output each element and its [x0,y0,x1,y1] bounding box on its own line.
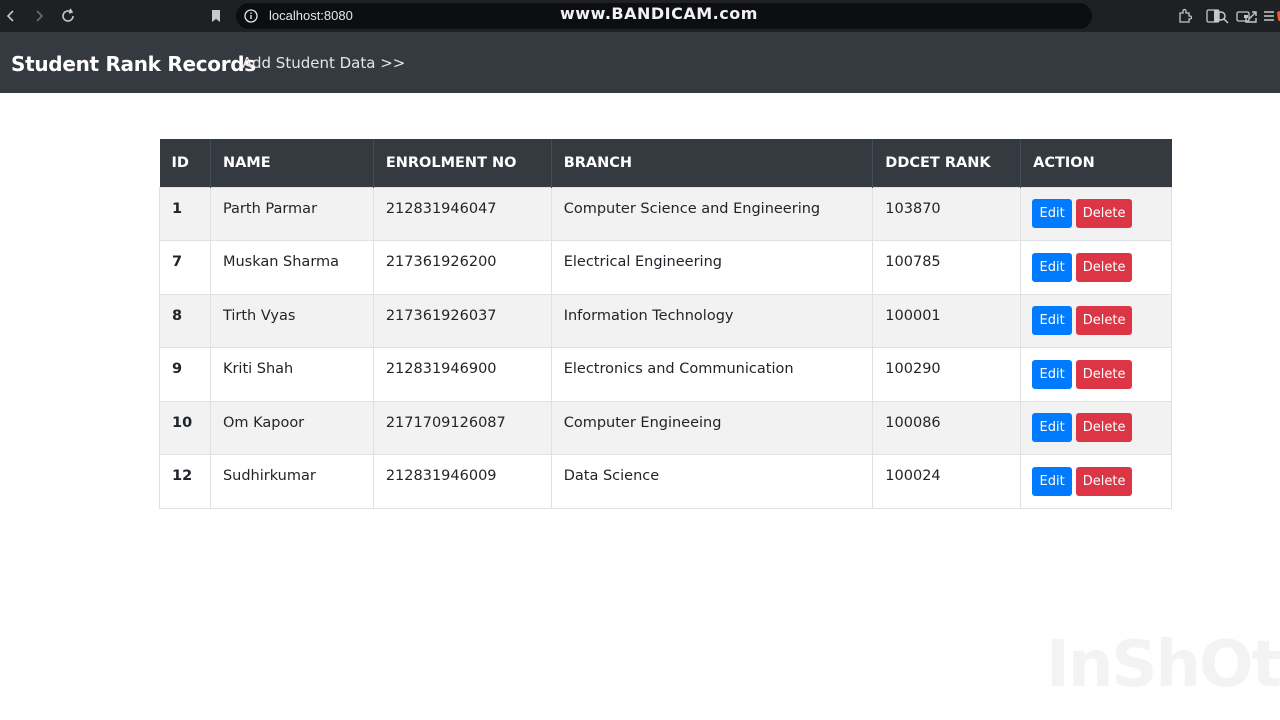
forward-arrow-icon[interactable] [30,7,48,25]
delete-button[interactable]: Delete [1076,199,1133,229]
cell-action: Edit Delete [1020,400,1172,455]
cell-branch: Data Science [550,454,874,509]
cell-enrolment: 212831946047 [372,186,552,241]
cell-name: Om Kapoor [209,400,374,455]
records-table-container: ID NAME ENROLMENT NO BRANCH DDCET RANK A… [159,139,1172,509]
cell-rank: 100785 [872,240,1022,295]
back-arrow-icon[interactable] [2,7,20,25]
cell-id: 1 [159,186,211,241]
site-info-icon[interactable] [244,9,258,23]
cell-id: 7 [159,240,211,295]
cell-id: 12 [159,454,211,509]
table-header: ID NAME ENROLMENT NO BRANCH DDCET RANK A… [159,139,1172,187]
edit-button[interactable]: Edit [1032,252,1073,282]
header-row: ID NAME ENROLMENT NO BRANCH DDCET RANK A… [159,139,1172,187]
header-branch: BRANCH [551,139,874,187]
header-name: NAME [210,139,374,187]
table-row: 1 Parth Parmar 212831946047 Computer Sci… [159,186,1172,241]
wallet-icon[interactable] [1234,7,1252,25]
delete-button[interactable]: Delete [1076,466,1133,496]
cell-name: Muskan Sharma [209,240,374,295]
cell-id: 10 [159,400,211,455]
edit-button[interactable]: Edit [1032,199,1073,229]
table-row: 12 Sudhirkumar 212831946009 Data Science… [159,454,1172,509]
cell-name: Kriti Shah [209,347,374,402]
header-action: ACTION [1033,154,1095,171]
cell-name: Parth Parmar [209,186,374,241]
bookmark-icon[interactable] [207,7,225,25]
cell-rank: 100001 [872,293,1022,348]
cell-enrolment: 217361926200 [372,240,552,295]
cell-id: 8 [159,293,211,348]
cell-action: Edit Delete [1020,240,1172,295]
cell-action: Edit Delete [1020,454,1172,509]
header-enrolment: ENROLMENT NO [373,139,552,187]
cell-branch: Computer Science and Engineering [550,186,874,241]
header-rank: DDCET RANK [872,139,1022,187]
cell-id: 9 [159,347,211,402]
header-id: ID [159,139,211,187]
cell-enrolment: 212831946900 [372,347,552,402]
extensions-icon[interactable] [1176,7,1194,25]
cell-action: Edit Delete [1020,293,1172,348]
table-row: 8 Tirth Vyas 217361926037 Information Te… [159,293,1172,348]
table-row: 7 Muskan Sharma 217361926200 Electrical … [159,240,1172,295]
cell-rank: 100290 [872,347,1022,402]
cell-branch: Electronics and Communication [550,347,874,402]
cell-branch: Information Technology [550,293,874,348]
delete-button[interactable]: Delete [1076,252,1133,282]
url-text[interactable]: localhost:8080 [269,8,353,23]
recorder-watermark: www.BANDICAM.com [560,4,758,23]
sidebar-toggle-icon[interactable] [1204,7,1222,25]
table-row: 10 Om Kapoor 2171709126087 Computer Engi… [159,400,1172,455]
reload-icon[interactable] [59,7,77,25]
cell-rank: 100086 [872,400,1022,455]
browser-toolbar: localhost:8080 1 www.BANDICAM.com [0,0,1280,32]
brand-title[interactable]: Student Rank Records [11,52,256,76]
cell-branch: Computer Engineeing [550,400,874,455]
cell-rank: 100024 [872,454,1022,509]
delete-button[interactable]: Delete [1076,359,1133,389]
cell-rank: 103870 [872,186,1022,241]
edit-button[interactable]: Edit [1032,306,1073,336]
table-row: 9 Kriti Shah 212831946900 Electronics an… [159,347,1172,402]
table-body: 1 Parth Parmar 212831946047 Computer Sci… [159,186,1172,509]
cell-enrolment: 212831946009 [372,454,552,509]
edit-button[interactable]: Edit [1032,413,1073,443]
menu-icon[interactable] [1260,7,1278,25]
add-student-link[interactable]: Add Student Data >> [242,54,405,72]
edit-button[interactable]: Edit [1032,359,1073,389]
cell-name: Tirth Vyas [209,293,374,348]
delete-button[interactable]: Delete [1076,306,1133,336]
cell-enrolment: 2171709126087 [372,400,552,455]
cell-branch: Electrical Engineering [550,240,874,295]
cell-name: Sudhirkumar [209,454,374,509]
edit-button[interactable]: Edit [1032,466,1073,496]
cell-action: Edit Delete [1020,186,1172,241]
cell-action: Edit Delete [1020,347,1172,402]
cell-enrolment: 217361926037 [372,293,552,348]
app-navbar: Student Rank Records Add Student Data >> [0,32,1280,93]
inshot-watermark: InShOt [1046,628,1280,702]
delete-button[interactable]: Delete [1076,413,1133,443]
records-table: ID NAME ENROLMENT NO BRANCH DDCET RANK A… [159,139,1172,509]
